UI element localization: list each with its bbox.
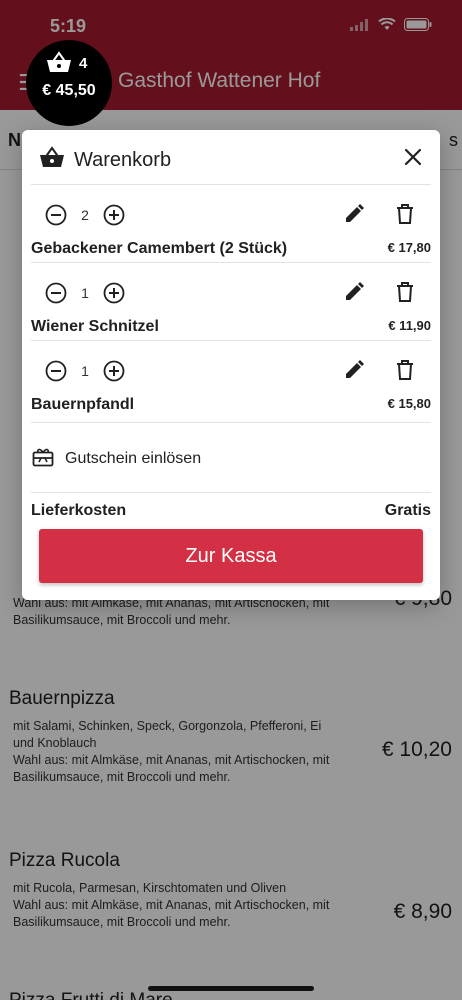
cart-item: 1 Wiener Schnitzel € 11,90 (22, 262, 440, 340)
cart-item-name: Bauernpfandl (31, 396, 135, 413)
trash-icon[interactable] (394, 203, 416, 230)
delivery-costs: Lieferkosten Gratis (22, 502, 440, 526)
cart-badge[interactable]: 4 € 45,50 (26, 40, 112, 126)
divider (31, 422, 431, 423)
basket-icon (46, 51, 72, 78)
cart-count: 4 (79, 55, 88, 72)
cart-dialog: Warenkorb 2 Gebackener Camembert (2 Stüc… (22, 130, 440, 600)
cart-item-name: Gebackener Camembert (2 Stück) (31, 240, 288, 257)
pencil-icon[interactable] (343, 281, 365, 308)
basket-icon (39, 146, 65, 173)
cart-item: 2 Gebackener Camembert (2 Stück) € 17,80 (22, 184, 440, 262)
quantity-value: 1 (81, 285, 89, 301)
dialog-header: Warenkorb (22, 130, 440, 186)
plus-circle-icon[interactable] (103, 204, 125, 226)
pencil-icon[interactable] (343, 359, 365, 386)
quantity-stepper: 1 (45, 282, 125, 304)
cart-item-price: € 17,80 (387, 240, 431, 255)
delivery-value: Gratis (384, 502, 431, 519)
cart-item-name: Wiener Schnitzel (31, 318, 159, 335)
gift-card-icon (32, 446, 54, 473)
cart-item: 1 Bauernpfandl € 15,80 (22, 340, 440, 418)
cart-item-price: € 11,90 (388, 318, 431, 333)
quantity-value: 2 (81, 207, 89, 223)
dialog-title: Warenkorb (74, 149, 172, 171)
trash-icon[interactable] (394, 281, 416, 308)
minus-circle-icon[interactable] (45, 360, 67, 382)
voucher-label: Gutschein einlösen (65, 450, 202, 467)
minus-circle-icon[interactable] (45, 204, 67, 226)
quantity-stepper: 1 (45, 360, 125, 382)
redeem-voucher-button[interactable]: Gutschein einlösen (22, 436, 440, 480)
home-indicator (148, 986, 314, 991)
cart-item-price: € 15,80 (387, 396, 431, 411)
pencil-icon[interactable] (343, 203, 365, 230)
plus-circle-icon[interactable] (103, 282, 125, 304)
close-icon[interactable] (402, 146, 424, 173)
minus-circle-icon[interactable] (45, 282, 67, 304)
quantity-stepper: 2 (45, 204, 125, 226)
divider (31, 492, 431, 493)
delivery-label: Lieferkosten (31, 502, 127, 519)
plus-circle-icon[interactable] (103, 360, 125, 382)
checkout-button[interactable]: Zur Kassa (39, 529, 423, 583)
trash-icon[interactable] (394, 359, 416, 386)
quantity-value: 1 (81, 363, 89, 379)
cart-total: € 45,50 (42, 82, 96, 99)
